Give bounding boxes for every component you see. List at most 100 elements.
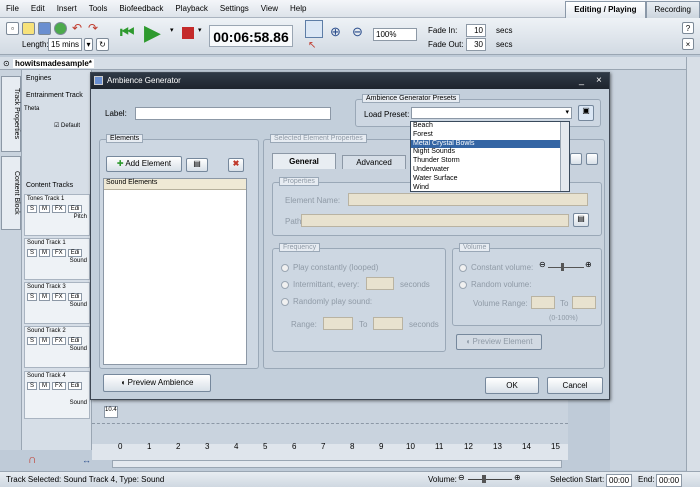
preset-option-beach[interactable]: Beach — [411, 122, 569, 131]
refresh-icon[interactable]: ↻ — [96, 38, 109, 51]
magnet-icon[interactable]: ∩ — [28, 452, 37, 466]
skip-start-icon[interactable]: ⏮ — [120, 24, 134, 42]
mute-button[interactable]: M — [39, 249, 51, 257]
tab-recording[interactable]: Recording — [645, 1, 700, 18]
menu-help[interactable]: Help — [284, 0, 312, 13]
label-input[interactable] — [135, 107, 331, 120]
fit-icon[interactable]: ↔ — [82, 455, 91, 465]
track-sound-4[interactable]: Sound Track 4 S M FX Edi Sound — [24, 371, 90, 419]
edit-button[interactable]: Edi — [67, 382, 83, 390]
undo-icon[interactable]: ↶ — [72, 21, 82, 35]
help-icon[interactable]: ? — [682, 22, 694, 34]
horizontal-scrollbar[interactable] — [112, 460, 562, 468]
vertical-scrollbar[interactable] — [686, 57, 700, 471]
tab-advanced[interactable]: Advanced — [342, 155, 406, 169]
menu-settings[interactable]: Settings — [214, 0, 255, 13]
open-folder-icon[interactable] — [22, 22, 35, 35]
fx-button[interactable]: FX — [52, 337, 66, 345]
document-tab[interactable]: howitsmadesample* — [13, 59, 94, 68]
preset-option-underwater[interactable]: Underwater — [411, 166, 569, 175]
solo-button[interactable]: S — [27, 249, 38, 257]
mute-button[interactable]: M — [39, 382, 51, 390]
randomly-radio[interactable]: Randomly play sound: — [281, 297, 372, 306]
tab-editing-playing[interactable]: Editing / Playing — [565, 1, 646, 18]
dropdown-scrollbar[interactable] — [560, 122, 569, 191]
default-checkbox[interactable]: ☑ Default — [54, 122, 80, 129]
ok-button[interactable]: OK — [485, 377, 539, 394]
menu-tools[interactable]: Tools — [83, 0, 114, 13]
volume-range-from-input[interactable] — [531, 296, 555, 309]
menu-file[interactable]: File — [0, 0, 25, 13]
menu-view[interactable]: View — [255, 0, 284, 13]
browse-folder-icon[interactable]: ▤ — [573, 213, 589, 227]
random-volume-radio[interactable]: Random volume: — [459, 280, 531, 289]
track-sound-2[interactable]: Sound Track 2 S M FX Edi Sound — [24, 326, 90, 368]
element-option-icon[interactable] — [570, 153, 582, 165]
tab-general[interactable]: General — [272, 153, 336, 169]
range-from-input[interactable] — [323, 317, 353, 330]
mute-button[interactable]: M — [39, 337, 51, 345]
edit-button[interactable]: Edi — [67, 293, 83, 301]
forward-icon[interactable] — [54, 22, 67, 35]
volume-range-to-input[interactable] — [572, 296, 596, 309]
record-dropdown-icon[interactable]: ▾ — [198, 26, 202, 34]
save-preset-icon[interactable]: ▣ — [578, 105, 594, 121]
volume-plus-icon[interactable]: ⊕ — [514, 473, 521, 482]
preview-element-button[interactable]: ◖ Preview Element — [456, 334, 542, 350]
redo-icon[interactable]: ↷ — [88, 21, 98, 35]
preset-option-forest[interactable]: Forest — [411, 131, 569, 140]
volume-minus-icon[interactable]: ⊖ — [458, 473, 465, 482]
edit-button[interactable]: Edi — [67, 205, 83, 213]
constant-volume-slider[interactable]: ⊖ ⊕ — [539, 260, 595, 273]
edit-button[interactable]: Edi — [67, 337, 83, 345]
play-icon[interactable]: ▶ — [144, 20, 161, 46]
intermittent-input[interactable] — [366, 277, 394, 290]
zoom-select[interactable]: 100% — [373, 28, 417, 41]
mute-button[interactable]: M — [39, 293, 51, 301]
track-tones-1[interactable]: Tones Track 1 S M FX Edi Pitch — [24, 194, 90, 236]
preset-select[interactable]: ▾ — [411, 107, 572, 119]
tab-track-properties[interactable]: Track Properties — [1, 76, 21, 152]
mute-button[interactable]: M — [39, 205, 51, 213]
delete-element-icon[interactable]: ✖ — [228, 158, 244, 172]
volume-thumb[interactable] — [482, 475, 486, 483]
fx-button[interactable]: FX — [52, 382, 66, 390]
fade-out-input[interactable]: 30 — [466, 38, 486, 51]
elements-list[interactable]: Sound Elements — [103, 178, 247, 365]
end-value[interactable]: 00:00 — [656, 474, 682, 487]
preset-option-wind[interactable]: Wind — [411, 184, 569, 193]
plus-icon[interactable]: ⊕ — [585, 260, 592, 269]
fx-button[interactable]: FX — [52, 205, 66, 213]
zoom-out-icon[interactable]: ⊖ — [352, 24, 363, 40]
preset-option-water-surface[interactable]: Water Surface — [411, 175, 569, 184]
menu-edit[interactable]: Edit — [25, 0, 51, 13]
track-sound-1[interactable]: Sound Track 1 S M FX Edi Sound — [24, 238, 90, 280]
length-select[interactable]: 15 mins — [48, 38, 82, 51]
tab-content-block[interactable]: Content Block — [1, 156, 21, 230]
solo-button[interactable]: S — [27, 382, 38, 390]
element-save-icon[interactable] — [586, 153, 598, 165]
dialog-close-icon[interactable]: × — [596, 75, 602, 86]
new-file-icon[interactable]: ▫ — [6, 22, 19, 35]
fx-button[interactable]: FX — [52, 249, 66, 257]
close-icon[interactable]: × — [682, 38, 694, 50]
constant-volume-radio[interactable]: Constant volume: — [459, 263, 533, 272]
element-name-input[interactable] — [348, 193, 588, 206]
record-stop-icon[interactable] — [182, 27, 194, 39]
zoom-in-icon[interactable]: ⊕ — [330, 24, 341, 40]
time-ruler[interactable]: 0 1 2 3 4 5 6 7 8 9 10 11 12 13 14 15 — [92, 442, 568, 460]
minimize-icon[interactable]: _ — [579, 75, 584, 85]
menu-playback[interactable]: Playback — [169, 0, 213, 13]
range-to-input[interactable] — [373, 317, 403, 330]
solo-button[interactable]: S — [27, 205, 38, 213]
solo-button[interactable]: S — [27, 337, 38, 345]
save-icon[interactable] — [38, 22, 51, 35]
selection-start-value[interactable]: 00:00 — [606, 474, 632, 487]
path-input[interactable] — [301, 214, 569, 227]
play-constantly-radio[interactable]: Play constantly (looped) — [281, 263, 378, 272]
track-sound-3[interactable]: Sound Track 3 S M FX Edi Sound — [24, 282, 90, 324]
cancel-button[interactable]: Cancel — [547, 377, 603, 394]
add-folder-icon[interactable]: ▤ — [186, 158, 208, 172]
solo-button[interactable]: S — [27, 293, 38, 301]
slider-thumb[interactable] — [561, 263, 564, 271]
